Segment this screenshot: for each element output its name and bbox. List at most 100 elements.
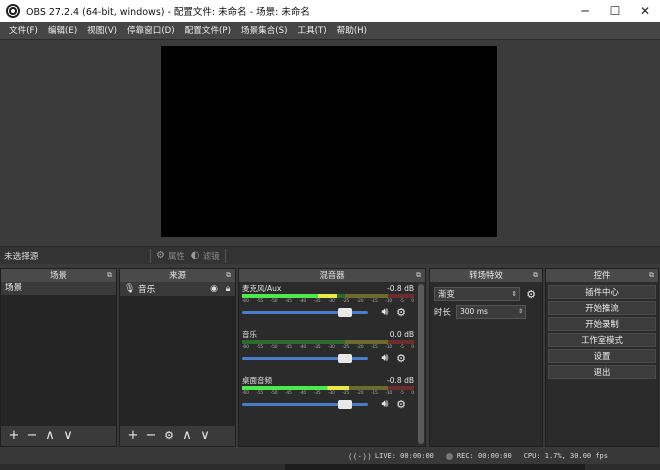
- gear-icon[interactable]: ⚙: [394, 398, 408, 411]
- add-icon[interactable]: +: [124, 427, 142, 445]
- preview-canvas[interactable]: [161, 46, 497, 237]
- divider: [224, 248, 226, 263]
- transition-selected: 渐变: [438, 289, 455, 299]
- menu-help[interactable]: 帮助(H): [332, 22, 372, 40]
- lock-icon[interactable]: 🔒︎: [221, 284, 235, 294]
- controls-dock: 控件 ⧉ 插件中心 开始推流 开始录制 工作室模式 设置 退出: [545, 268, 659, 447]
- transition-select[interactable]: 渐变 ⇕: [434, 287, 521, 301]
- filters-button[interactable]: ◐ 滤镜: [188, 250, 223, 262]
- taskbar-strip: [0, 464, 660, 470]
- eye-icon[interactable]: ◉: [207, 284, 221, 294]
- transitions-dock-header: 转场特效 ⧉: [430, 269, 542, 282]
- divider: [150, 248, 151, 263]
- gear-icon[interactable]: ⚙: [160, 427, 178, 445]
- undock-icon[interactable]: ⧉: [107, 269, 112, 282]
- studio-mode-button[interactable]: 工作室模式: [548, 333, 656, 347]
- volume-meter: [242, 294, 414, 298]
- menu-file[interactable]: 文件(F): [4, 22, 43, 40]
- menu-edit[interactable]: 编辑(E): [43, 22, 82, 40]
- undock-icon[interactable]: ⧉: [416, 269, 421, 282]
- channel-name: 桌面音频: [242, 376, 272, 385]
- mixer-dock: 混音器 ⧉ 麦克风/Aux -0.8 dB -60 -55 -50 -45 -40 -35…: [238, 268, 426, 447]
- mixer-scrollbar[interactable]: [417, 282, 425, 446]
- gear-icon[interactable]: ⚙: [394, 352, 408, 365]
- title-bar: OBS 27.2.4 (64-bit, windows) - 配置文件: 未命名…: [0, 0, 660, 22]
- source-item[interactable]: 🎙︎ 音乐 ◉ 🔒︎: [120, 282, 235, 296]
- live-time: LIVE: 00:00:00: [374, 452, 434, 460]
- remove-icon[interactable]: −: [142, 427, 160, 445]
- duration-input[interactable]: 300 ms ⇕: [456, 305, 526, 319]
- minimize-icon[interactable]: ─: [570, 0, 600, 22]
- exit-button[interactable]: 退出: [548, 365, 656, 379]
- menu-docks[interactable]: 停靠窗口(D): [122, 22, 180, 40]
- scene-item[interactable]: 场景: [1, 282, 116, 295]
- transitions-dock-title: 转场特效: [469, 270, 503, 280]
- mixer-channel-music: 音乐 0.0 dB -60 -55 -50 -45 -40 -35 -30 -25 -20 -15…: [242, 330, 414, 376]
- sources-dock: 来源 ⧉ 🎙︎ 音乐 ◉ 🔒︎ + − ⚙ ∧ ∨: [119, 268, 236, 447]
- properties-button[interactable]: ⚙ 属性: [153, 250, 188, 262]
- volume-slider[interactable]: [242, 399, 368, 409]
- source-toolbar: 未选择源 ⚙ 属性 ◐ 滤镜: [0, 246, 660, 264]
- record-dot-icon: [445, 452, 453, 460]
- sources-dock-title: 来源: [169, 270, 186, 280]
- add-icon[interactable]: +: [5, 427, 23, 445]
- mixer-channels: 麦克风/Aux -0.8 dB -60 -55 -50 -45 -40 -35 -30 -25…: [239, 282, 417, 446]
- slider-handle[interactable]: [338, 353, 353, 363]
- channel-name: 麦克风/Aux: [242, 284, 282, 293]
- source-item-label: 音乐: [138, 285, 156, 295]
- window-title: OBS 27.2.4 (64-bit, windows) - 配置文件: 未命名…: [26, 7, 310, 18]
- scenes-toolbar: + − ∧ ∨: [1, 426, 116, 446]
- chevron-up-icon[interactable]: ∧: [178, 427, 196, 445]
- start-streaming-button[interactable]: 开始推流: [548, 301, 656, 315]
- close-icon[interactable]: ✕: [630, 0, 660, 22]
- undock-icon[interactable]: ⧉: [533, 269, 538, 282]
- menu-view[interactable]: 视图(V): [82, 22, 122, 40]
- plugin-center-button[interactable]: 插件中心: [548, 285, 656, 299]
- maximize-icon[interactable]: ☐: [600, 0, 630, 22]
- menu-bar: 文件(F) 编辑(E) 视图(V) 停靠窗口(D) 配置文件(P) 场景集合(S…: [0, 22, 660, 40]
- settings-button[interactable]: 设置: [548, 349, 656, 363]
- cpu-status: CPU: 1.7%, 30.00 fps: [524, 452, 608, 460]
- spin-arrows-icon[interactable]: ⇕: [518, 306, 523, 318]
- remove-icon[interactable]: −: [23, 427, 41, 445]
- mixer-channel-desktop: 桌面音频 -0.8 dB -60 -55 -50 -45 -40 -35 -30 -25 -20…: [242, 376, 414, 422]
- sources-list: 🎙︎ 音乐 ◉ 🔒︎: [120, 282, 235, 426]
- chevron-down-icon[interactable]: ∨: [59, 427, 77, 445]
- scenes-dock-header: 场景 ⧉: [1, 269, 116, 282]
- volume-slider[interactable]: [242, 307, 368, 317]
- undock-icon[interactable]: ⧉: [226, 269, 231, 282]
- speaker-icon[interactable]: 🔊︎: [376, 397, 394, 411]
- volume-meter: [242, 386, 414, 390]
- properties-label: 属性: [168, 250, 185, 261]
- gear-icon: ⚙: [156, 249, 165, 261]
- menu-profile[interactable]: 配置文件(P): [180, 22, 236, 40]
- transitions-dock: 转场特效 ⧉ 渐变 ⇕ ⚙ 时长 300 ms ⇕: [429, 268, 543, 447]
- obs-logo-icon: [6, 4, 20, 18]
- undock-icon[interactable]: ⧉: [649, 269, 654, 282]
- menu-tools[interactable]: 工具(T): [292, 22, 331, 40]
- channel-db: -0.8 dB: [387, 284, 414, 293]
- chevron-up-icon[interactable]: ∧: [41, 427, 59, 445]
- scenes-dock-title: 场景: [50, 270, 67, 280]
- slider-handle[interactable]: [338, 399, 353, 409]
- controls-body: 插件中心 开始推流 开始录制 工作室模式 设置 退出: [546, 282, 658, 446]
- gear-icon[interactable]: ⚙: [394, 306, 408, 319]
- speaker-icon[interactable]: 🔊︎: [376, 351, 394, 365]
- status-bar: ((·)) LIVE: 00:00:00 REC: 00:00:00 CPU: …: [0, 448, 660, 464]
- scenes-dock: 场景 ⧉ 场景 + − ∧ ∨: [0, 268, 117, 447]
- channel-db: -0.8 dB: [387, 376, 414, 385]
- gear-icon[interactable]: ⚙: [524, 288, 538, 301]
- sources-toolbar: + − ⚙ ∧ ∨: [120, 426, 235, 446]
- slider-handle[interactable]: [338, 307, 353, 317]
- meter-ticks: -60 -55 -50 -45 -40 -35 -30 -25 -20 -15 -10 -5 0: [242, 299, 414, 304]
- mixer-channel-mic: 麦克风/Aux -0.8 dB -60 -55 -50 -45 -40 -35 -30 -25…: [242, 284, 414, 330]
- channel-name: 音乐: [242, 330, 257, 339]
- menu-scene-collection[interactable]: 场景集合(S): [236, 22, 293, 40]
- controls-dock-title: 控件: [593, 270, 611, 280]
- chevron-down-icon[interactable]: ∨: [196, 427, 214, 445]
- preview-area: [0, 40, 660, 245]
- speaker-icon[interactable]: 🔊︎: [376, 305, 394, 319]
- start-recording-button[interactable]: 开始录制: [548, 317, 656, 331]
- volume-slider[interactable]: [242, 353, 368, 363]
- volume-meter: [242, 340, 414, 344]
